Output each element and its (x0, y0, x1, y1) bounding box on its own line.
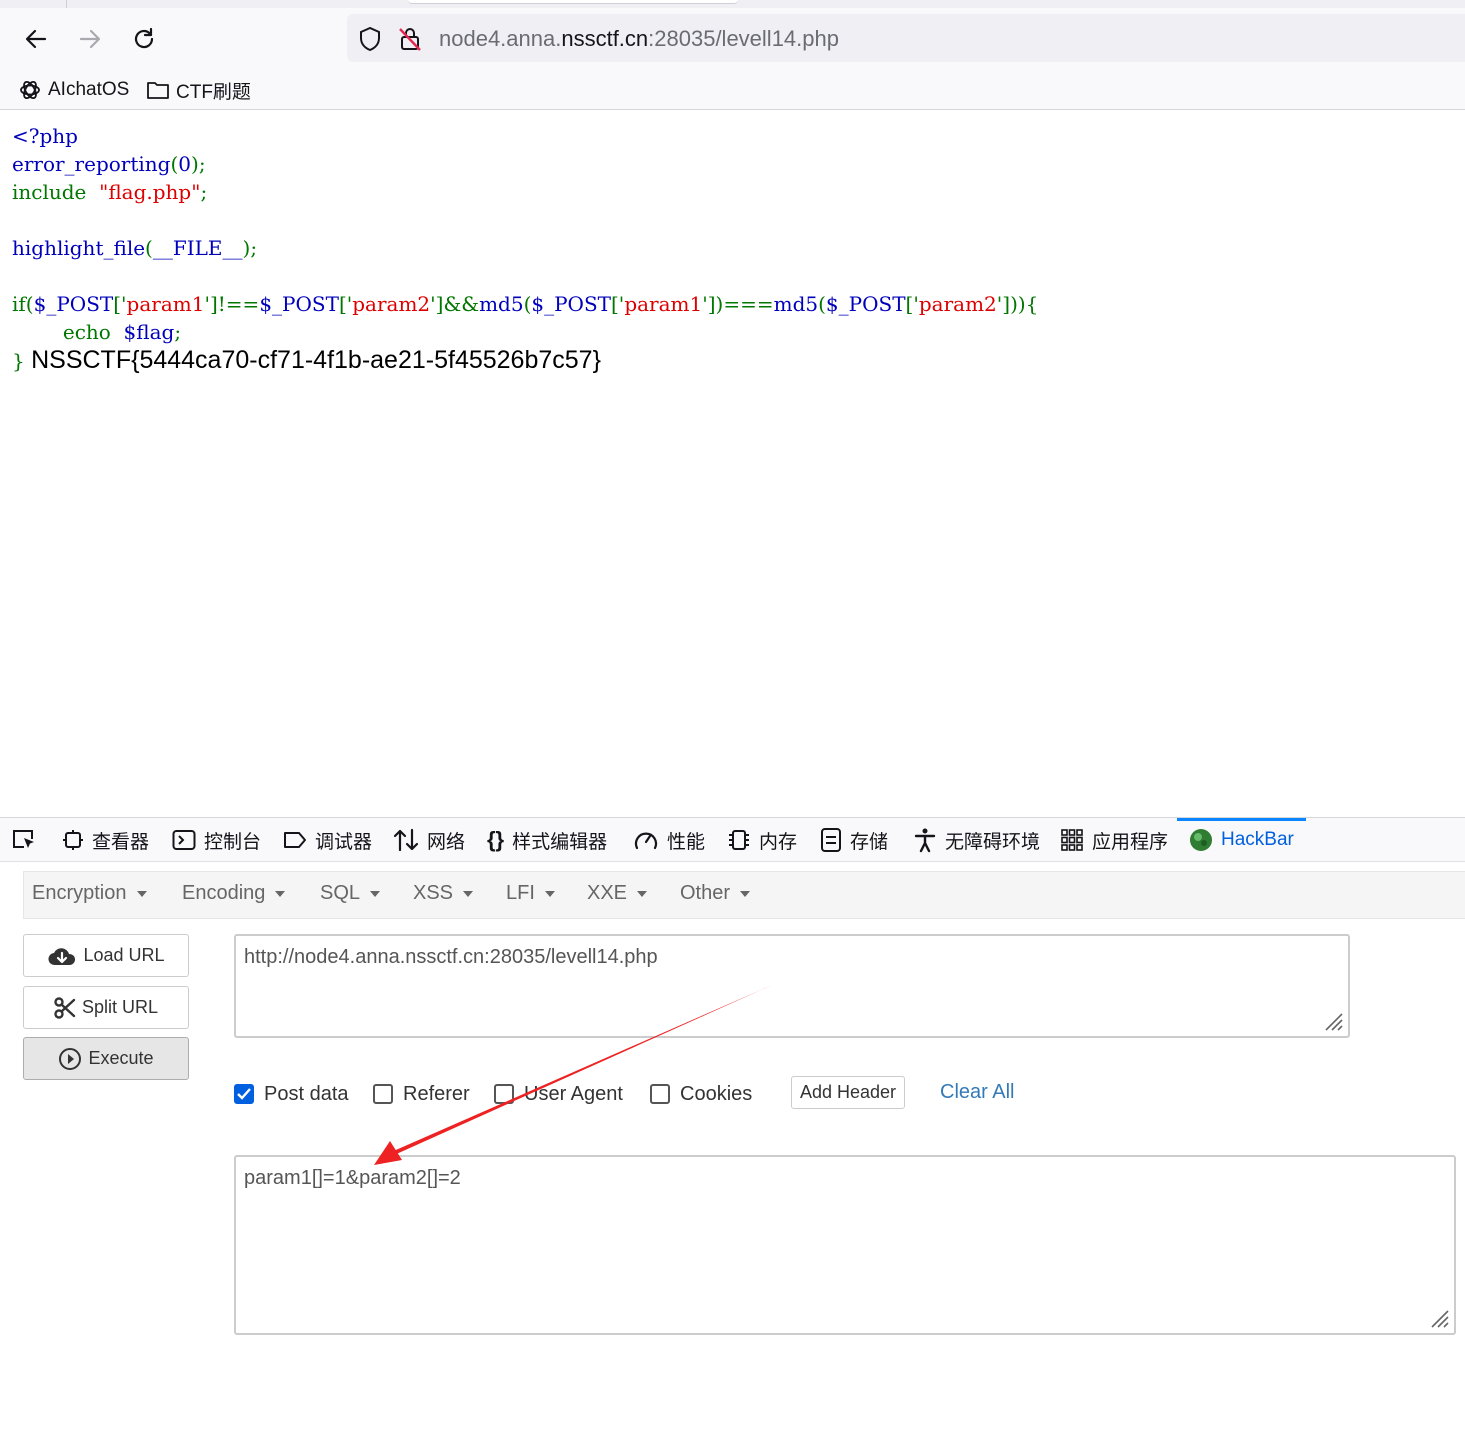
code-string: "flag.php" (99, 180, 201, 204)
menu-sql[interactable]: SQL (320, 882, 381, 905)
tab-storage[interactable]: 存储 (820, 818, 888, 862)
caret-down-icon (370, 890, 381, 897)
user-agent-checkbox[interactable]: User Agent (494, 1076, 623, 1112)
caret-down-icon (463, 890, 474, 897)
post-data-input[interactable]: param1[]=1&param2[]=2 (234, 1155, 1456, 1335)
back-button[interactable] (19, 22, 53, 56)
caret-down-icon (637, 890, 648, 897)
network-icon (393, 828, 419, 852)
tab-style-editor[interactable]: {} 样式编辑器 (487, 818, 607, 862)
add-header-button[interactable]: Add Header (791, 1076, 905, 1109)
checkbox-icon (494, 1084, 514, 1104)
navigation-bar: node4.anna.nssctf.cn:28035/levell14.php (0, 8, 1465, 70)
load-url-button[interactable]: Load URL (23, 934, 189, 977)
menu-xss[interactable]: XSS (413, 882, 474, 905)
tab-strip (0, 0, 1465, 8)
tab-console[interactable]: 控制台 (172, 818, 261, 862)
tab-performance[interactable]: 性能 (633, 818, 705, 862)
forward-button[interactable] (73, 22, 107, 56)
php-source: <?php error_reporting(0); include "flag.… (12, 124, 1039, 374)
checkbox-checked-icon (234, 1084, 254, 1104)
clear-all-link[interactable]: Clear All (940, 1081, 1014, 1104)
post-data-checkbox[interactable]: Post data (234, 1076, 349, 1112)
shield-icon[interactable] (357, 26, 383, 52)
tab-inspector[interactable]: 查看器 (62, 818, 149, 862)
menu-encryption[interactable]: Encryption (32, 882, 147, 905)
hackbar-menubar: Encryption Encoding SQL XSS LFI XXE Othe… (23, 871, 1465, 919)
reload-button[interactable] (127, 22, 161, 56)
checkbox-icon (650, 1084, 670, 1104)
bookmark-ctf-folder[interactable]: CTF刷题 (146, 76, 251, 104)
application-icon (1061, 829, 1083, 851)
play-circle-icon (59, 1047, 82, 1070)
scissors-icon (54, 996, 76, 1019)
active-tab[interactable] (408, 0, 738, 4)
element-picker-icon (13, 830, 34, 848)
inspector-icon (63, 830, 83, 850)
menu-other[interactable]: Other (680, 882, 751, 905)
url-input[interactable]: http://node4.anna.nssctf.cn:28035/levell… (234, 934, 1350, 1038)
console-icon (172, 830, 196, 850)
checkbox-icon (373, 1084, 393, 1104)
menu-xxe[interactable]: XXE (587, 882, 648, 905)
accessibility-icon (914, 828, 936, 853)
element-picker-button[interactable] (10, 818, 38, 862)
menu-encoding[interactable]: Encoding (182, 882, 286, 905)
bookmarks-bar: AIchatOS CTF刷题 (0, 70, 1465, 110)
code-fn: error_reporting (12, 152, 171, 176)
openai-icon (20, 80, 40, 100)
devtools-panel: 查看器 控制台 调试器 网络 {} 样式编辑器 性能 内存 存储 无障碍环境 应… (0, 817, 1465, 1441)
tab-network[interactable]: 网络 (393, 818, 465, 862)
referer-checkbox[interactable]: Referer (373, 1076, 470, 1112)
hackbar-icon (1190, 829, 1212, 851)
cookies-checkbox[interactable]: Cookies (650, 1076, 752, 1112)
style-editor-icon: {} (487, 827, 505, 852)
tab-accessibility[interactable]: 无障碍环境 (913, 818, 1040, 862)
bookmark-aichatos[interactable]: AIchatOS (18, 76, 129, 104)
code-fn: highlight_file (12, 236, 146, 260)
tab-debugger[interactable]: 调试器 (283, 818, 372, 862)
code-keyword: include (12, 180, 87, 204)
resize-handle-icon[interactable] (1428, 1307, 1450, 1329)
memory-icon (729, 830, 749, 850)
debugger-icon (284, 832, 306, 848)
performance-icon (634, 832, 658, 850)
resize-handle-icon[interactable] (1322, 1010, 1344, 1032)
reload-icon (134, 27, 154, 49)
tab-application[interactable]: 应用程序 (1060, 818, 1168, 862)
caret-down-icon (275, 890, 286, 897)
menu-lfi[interactable]: LFI (506, 882, 555, 905)
devtools-toolbar: 查看器 控制台 调试器 网络 {} 样式编辑器 性能 内存 存储 无障碍环境 应… (0, 818, 1465, 862)
back-arrow-icon (25, 29, 47, 49)
caret-down-icon (136, 890, 147, 897)
php-open-tag: <?php (12, 124, 78, 148)
split-url-button[interactable]: Split URL (23, 986, 189, 1029)
caret-down-icon (740, 890, 751, 897)
caret-down-icon (544, 890, 555, 897)
tab-hackbar[interactable]: HackBar (1177, 818, 1306, 862)
flag-output: NSSCTF{5444ca70-cf71-4f1b-ae21-5f45526b7… (31, 346, 601, 374)
url-bar[interactable]: node4.anna.nssctf.cn:28035/levell14.php (347, 14, 1465, 62)
url-text[interactable]: node4.anna.nssctf.cn:28035/levell14.php (439, 26, 839, 52)
tab-memory[interactable]: 内存 (727, 818, 797, 862)
forward-arrow-icon (79, 29, 101, 49)
folder-icon (147, 82, 169, 99)
storage-icon (821, 828, 841, 852)
cloud-download-icon (48, 947, 76, 965)
insecure-lock-icon[interactable] (397, 26, 423, 52)
tab-separator (66, 0, 67, 8)
execute-button[interactable]: Execute (23, 1037, 189, 1080)
